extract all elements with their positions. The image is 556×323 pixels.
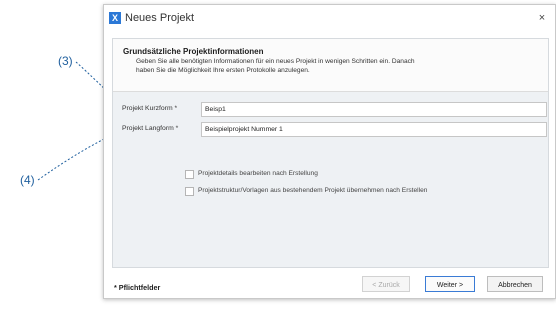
dialog-footer: * Pflichtfelder < Zurück Weiter > Abbrec… <box>104 271 555 298</box>
copy-structure-label: Projektstruktur/Vorlagen aus bestehendem… <box>198 187 428 194</box>
section-title: Grundsätzliche Projektinformationen <box>123 47 264 56</box>
short-name-label: Projekt Kurzform * <box>122 105 178 112</box>
edit-details-checkbox[interactable] <box>185 170 194 179</box>
long-name-input[interactable] <box>201 122 547 137</box>
info-header: Grundsätzliche Projektinformationen Gebe… <box>113 39 548 92</box>
long-name-label: Projekt Langform * <box>122 125 179 132</box>
required-fields-note: * Pflichtfelder <box>114 283 161 292</box>
section-description: Geben Sie alle benötigten Informationen … <box>136 58 536 75</box>
description-line-2: haben Sie die Möglichkeit Ihre ersten Pr… <box>136 66 310 74</box>
next-button[interactable]: Weiter > <box>425 276 475 292</box>
app-icon: X <box>109 12 121 24</box>
dialog-title: Neues Projekt <box>125 12 195 24</box>
new-project-dialog: X Neues Projekt × Grundsätzliche Projekt… <box>103 4 556 299</box>
back-button[interactable]: < Zurück <box>362 276 410 292</box>
title-bar: X Neues Projekt × <box>104 5 555 33</box>
callout-4: (4) <box>20 173 35 187</box>
copy-structure-checkbox[interactable] <box>185 187 194 196</box>
close-icon[interactable]: × <box>535 11 549 25</box>
callout-3: (3) <box>58 54 73 68</box>
description-line-1: Geben Sie alle benötigten Informationen … <box>136 58 415 65</box>
content-panel: Grundsätzliche Projektinformationen Gebe… <box>112 38 549 268</box>
short-name-input[interactable] <box>201 102 547 117</box>
edit-details-label: Projektdetails bearbeiten nach Erstellun… <box>198 170 318 177</box>
cancel-button[interactable]: Abbrechen <box>487 276 543 292</box>
